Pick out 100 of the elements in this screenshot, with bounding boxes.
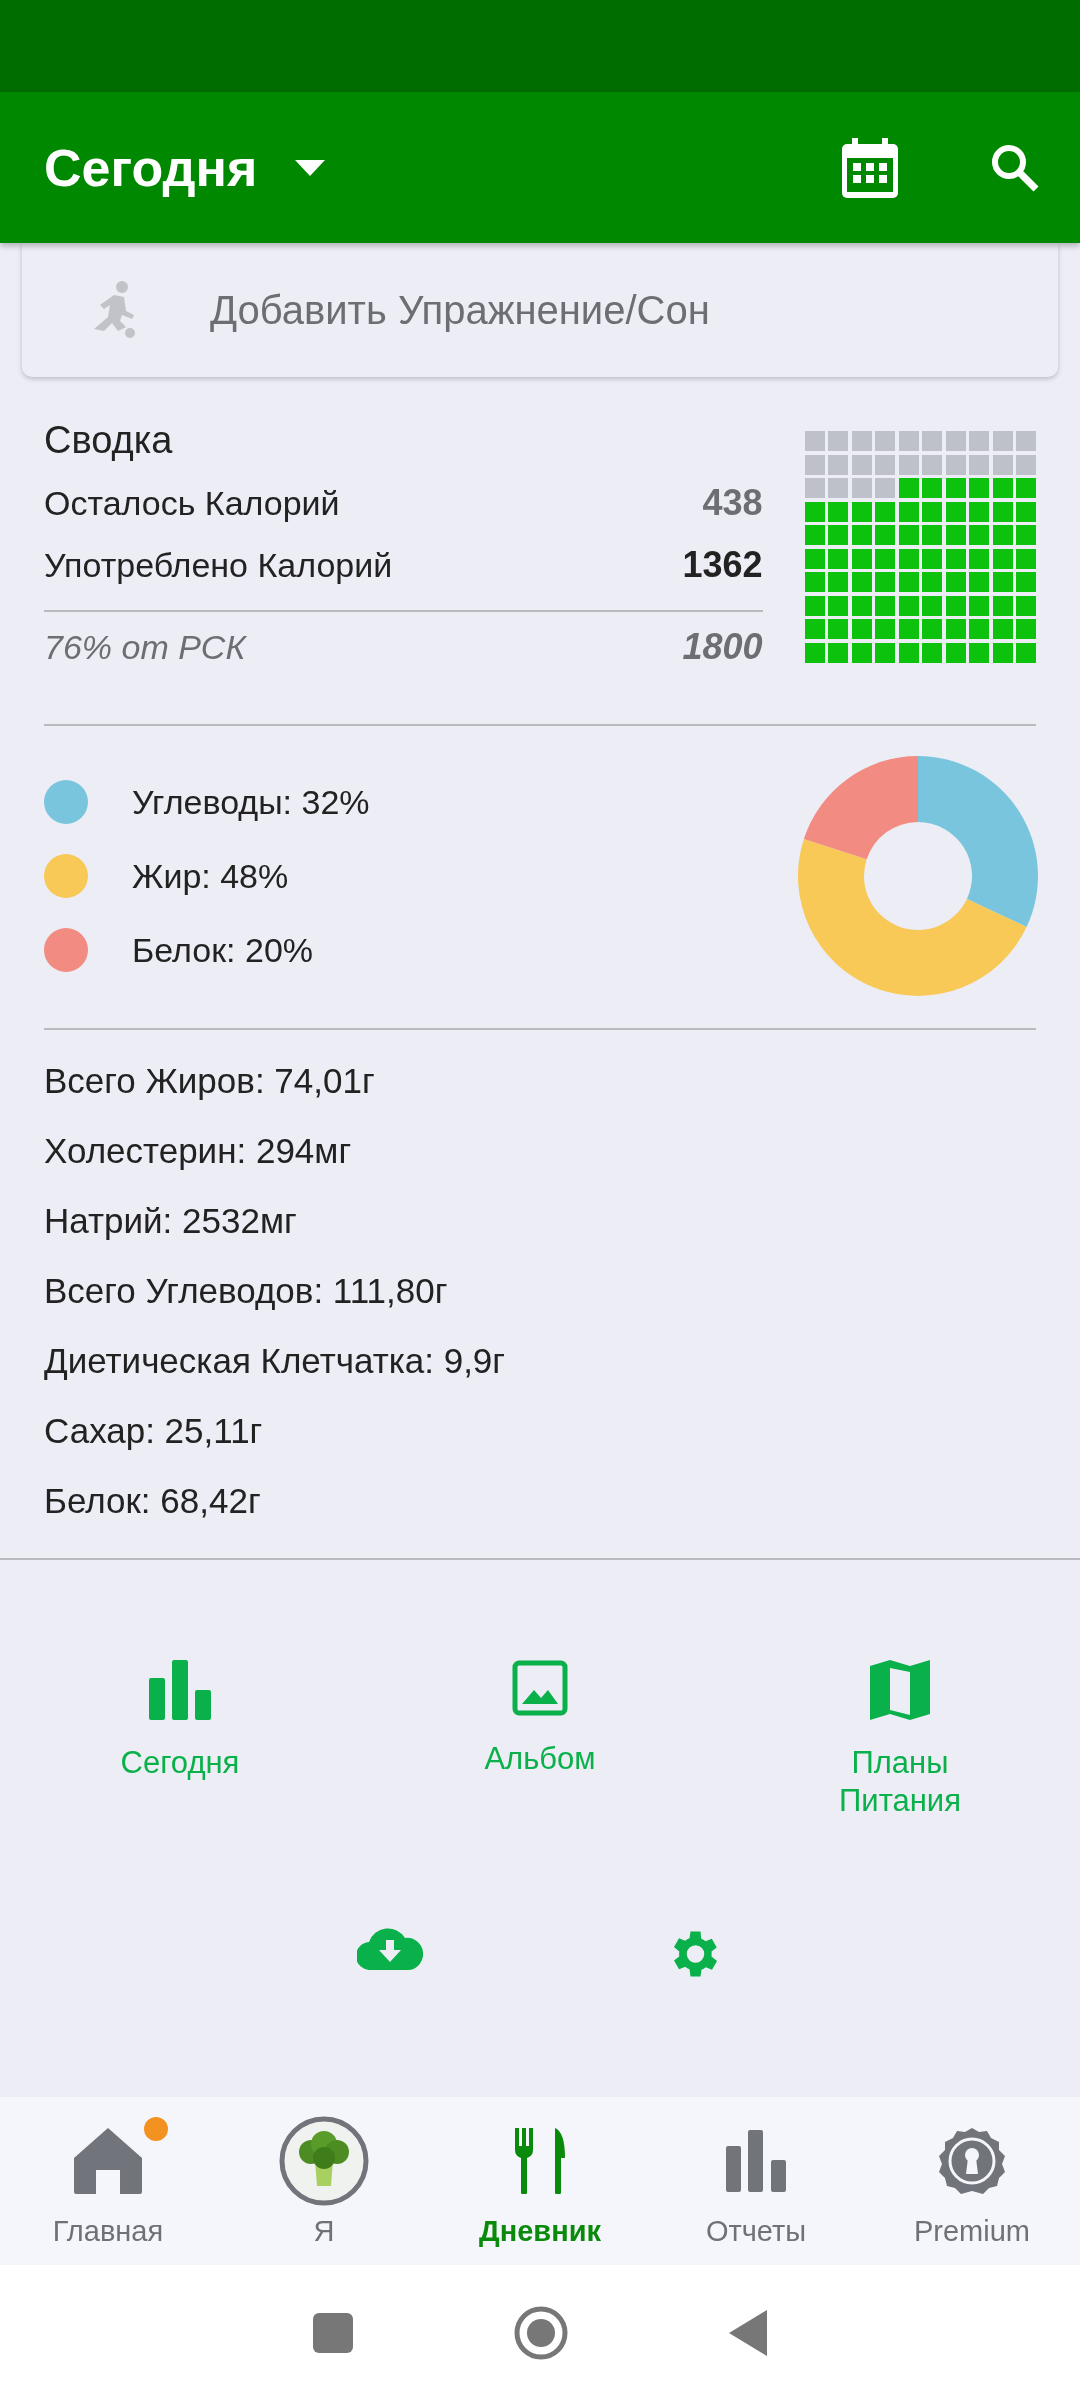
nav-tab[interactable]: Я <box>216 2114 432 2248</box>
waffle-square <box>922 431 942 451</box>
waffle-square <box>898 595 919 616</box>
back-button[interactable] <box>729 2309 767 2356</box>
home-button[interactable] <box>513 2304 569 2361</box>
waffle-square <box>851 642 872 663</box>
waffle-square <box>804 642 825 663</box>
nav-tab[interactable]: Отчеты <box>648 2114 864 2248</box>
nutrient-line: Холестерин: 294мг <box>44 1130 353 1172</box>
waffle-square <box>992 548 1013 569</box>
waffle-square <box>992 478 1013 498</box>
waffle-square <box>945 478 966 498</box>
waffle-square <box>828 642 848 663</box>
waffle-square <box>851 478 872 498</box>
waffle-square <box>828 478 848 498</box>
waffle-square <box>898 619 919 639</box>
waffle-square <box>898 642 919 663</box>
waffle-square <box>804 619 825 639</box>
broccoli-icon <box>279 2115 369 2206</box>
waffle-square <box>898 572 919 592</box>
image-icon <box>512 1660 568 1716</box>
nav-tab[interactable]: Дневник <box>432 2114 648 2248</box>
waffle-square <box>992 431 1013 451</box>
nutrient-line: Всего Жиров: 74,01г <box>44 1060 376 1102</box>
waffle-square <box>804 595 825 616</box>
waffle-square <box>851 454 872 475</box>
waffle-square <box>875 478 895 498</box>
home-icon <box>74 2127 142 2194</box>
waffle-square <box>851 525 872 545</box>
waffle-square <box>1016 525 1036 545</box>
waffle-square <box>922 478 942 498</box>
calorie-label: Употреблено Калорий <box>44 545 393 585</box>
waffle-square <box>1016 501 1036 522</box>
fork-knife-icon <box>515 2127 565 2194</box>
waffle-square <box>922 548 942 569</box>
waffle-square <box>922 501 942 522</box>
waffle-square <box>992 642 1013 663</box>
bar-chart-icon <box>149 1660 211 1720</box>
recents-button[interactable] <box>313 2312 353 2353</box>
shortcut-button[interactable]: Планы Питания <box>839 1660 961 1820</box>
dropdown-caret-icon[interactable] <box>295 159 326 176</box>
search-button[interactable] <box>990 142 1040 193</box>
calorie-value: 438 <box>702 482 763 524</box>
waffle-square <box>804 572 825 592</box>
calendar-button[interactable] <box>842 137 898 198</box>
waffle-square <box>898 501 919 522</box>
waffle-square <box>898 478 919 498</box>
waffle-square <box>945 501 966 522</box>
waffle-square <box>1016 478 1036 498</box>
waffle-square <box>945 595 966 616</box>
waffle-square <box>804 548 825 569</box>
waffle-square <box>945 431 966 451</box>
waffle-square <box>992 572 1013 592</box>
legend-label: Углеводы: 32% <box>132 782 370 822</box>
nav-tab[interactable]: Главная <box>0 2114 216 2248</box>
waffle-square <box>875 525 895 545</box>
waffle-square <box>945 525 966 545</box>
waffle-square <box>804 501 825 522</box>
waffle-square <box>851 501 872 522</box>
waffle-square <box>922 525 942 545</box>
waffle-square <box>1016 642 1036 663</box>
waffle-square <box>828 548 848 569</box>
waffle-square <box>945 619 966 639</box>
nutrient-line: Натрий: 2532мг <box>44 1200 298 1242</box>
waffle-square <box>851 619 872 639</box>
waffle-square <box>969 642 989 663</box>
nutrient-line: Диетическая Клетчатка: 9,9г <box>44 1340 507 1382</box>
nutrient-line: Всего Углеводов: 111,80г <box>44 1270 449 1312</box>
add-exercise-card[interactable]: Добавить Упражнение/Сон <box>22 243 1058 377</box>
waffle-square <box>851 431 872 451</box>
waffle-square <box>875 642 895 663</box>
waffle-square <box>992 619 1013 639</box>
add-exercise-label: Добавить Упражнение/Сон <box>210 287 710 333</box>
waffle-square <box>922 619 942 639</box>
waffle-square <box>828 501 848 522</box>
waffle-square <box>898 454 919 475</box>
nutrient-line: Сахар: 25,11г <box>44 1410 264 1452</box>
nav-tab[interactable]: Premium <box>864 2114 1080 2248</box>
shortcut-button[interactable]: Сегодня <box>120 1660 240 1820</box>
waffle-square <box>992 454 1013 475</box>
waffle-square <box>898 525 919 545</box>
waffle-square <box>875 501 895 522</box>
waffle-square <box>945 572 966 592</box>
calorie-value: 1362 <box>682 544 763 586</box>
waffle-square <box>804 431 825 451</box>
legend-label: Белок: 20% <box>132 930 314 970</box>
screen-title[interactable]: Сегодня <box>44 137 258 198</box>
waffle-square <box>828 595 848 616</box>
goal-percent-label: 76% от РСК <box>44 627 246 667</box>
waffle-square <box>898 431 919 451</box>
waffle-square <box>1016 619 1036 639</box>
goal-value: 1800 <box>682 626 763 668</box>
waffle-square <box>875 454 895 475</box>
shortcut-button[interactable]: Альбом <box>484 1660 596 1820</box>
waffle-square <box>804 525 825 545</box>
waffle-square <box>1016 454 1036 475</box>
waffle-square <box>875 595 895 616</box>
waffle-square <box>945 642 966 663</box>
waffle-square <box>922 642 942 663</box>
waffle-square <box>898 548 919 569</box>
